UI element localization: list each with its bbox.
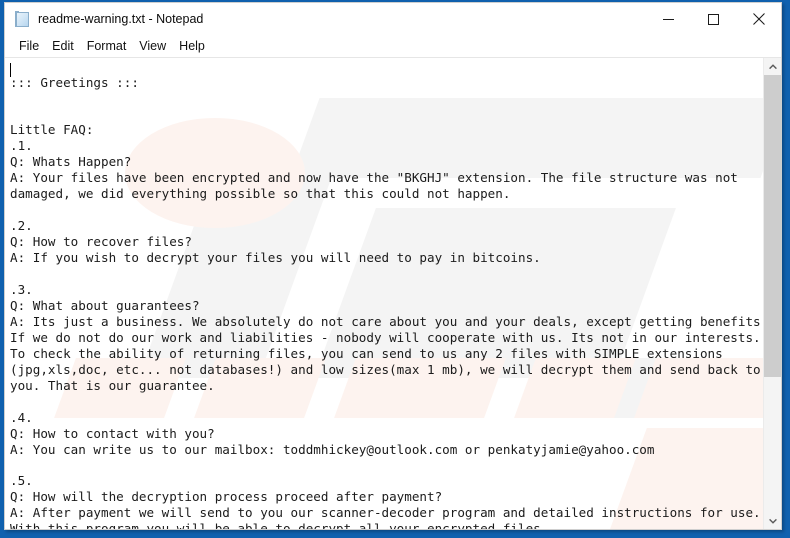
window-title: readme-warning.txt - Notepad — [38, 11, 204, 26]
menu-item-format[interactable]: Format — [81, 38, 134, 55]
menu-bar: File Edit Format View Help — [5, 35, 781, 57]
desktop-background: readme-warning.txt - Notepad File Edit F… — [0, 0, 790, 538]
scrollbar-thumb[interactable] — [764, 75, 781, 377]
close-button[interactable] — [736, 3, 781, 35]
menu-item-view[interactable]: View — [133, 38, 173, 55]
scrollbar-track[interactable] — [764, 75, 781, 512]
editor-region: ::: Greetings ::: Little FAQ: .1. Q: Wha… — [5, 57, 781, 529]
menu-item-help[interactable]: Help — [173, 38, 212, 55]
maximize-button[interactable] — [691, 3, 736, 35]
vertical-scrollbar[interactable] — [763, 58, 781, 529]
window-controls — [646, 3, 781, 35]
notepad-window: readme-warning.txt - Notepad File Edit F… — [4, 2, 782, 530]
menu-item-file[interactable]: File — [13, 38, 46, 55]
title-bar-left: readme-warning.txt - Notepad — [5, 10, 646, 28]
text-editor[interactable]: ::: Greetings ::: Little FAQ: .1. Q: Wha… — [5, 58, 763, 529]
title-bar[interactable]: readme-warning.txt - Notepad — [5, 3, 781, 35]
notepad-icon — [15, 10, 31, 28]
text-caret — [10, 63, 11, 77]
scroll-down-button[interactable] — [764, 512, 781, 529]
scroll-up-button[interactable] — [764, 58, 781, 75]
menu-item-edit[interactable]: Edit — [46, 38, 81, 55]
minimize-button[interactable] — [646, 3, 691, 35]
ransom-note-text: ::: Greetings ::: Little FAQ: .1. Q: Wha… — [10, 74, 763, 529]
